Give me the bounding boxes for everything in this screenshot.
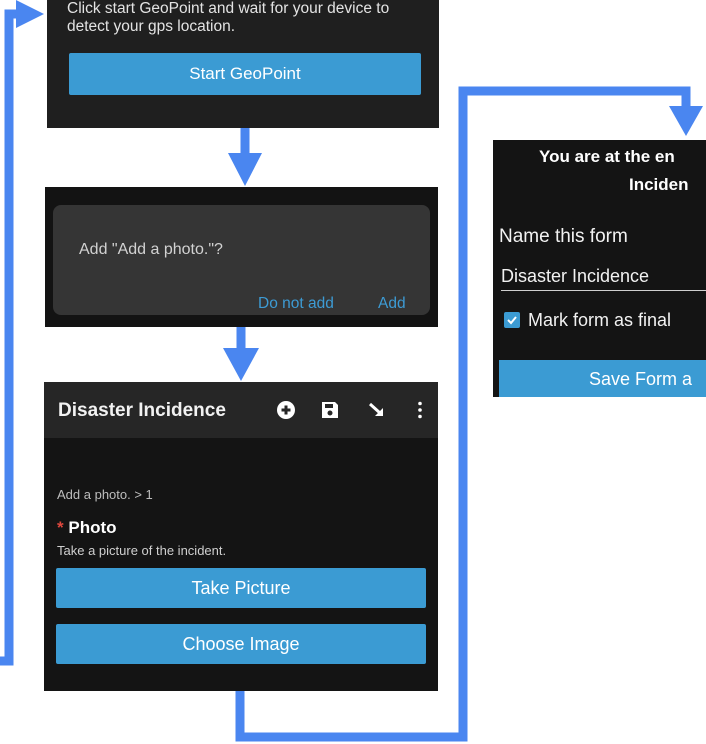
add-group-dialog-panel: Add "Add a photo."? Do not add Add <box>45 187 438 327</box>
name-form-label: Name this form <box>499 226 628 247</box>
add-circle-icon[interactable] <box>276 400 296 420</box>
more-vert-icon[interactable] <box>410 400 430 420</box>
form-title: Disaster Incidence <box>58 400 226 421</box>
add-group-dialog: Add "Add a photo."? Do not add Add <box>53 205 430 315</box>
question-hint: Take a picture of the incident. <box>57 543 227 558</box>
save-icon[interactable] <box>320 400 340 420</box>
start-geopoint-button[interactable]: Start GeoPoint <box>69 53 421 95</box>
do-not-add-button[interactable]: Do not add <box>258 295 334 313</box>
arrowhead-down-form <box>223 348 259 381</box>
end-of-form-message-form-name: Inciden <box>629 175 689 194</box>
add-button[interactable]: Add <box>378 295 406 313</box>
arrowhead-right-geopoint <box>16 0 44 28</box>
geopoint-instruction: Click start GeoPoint and wait for your d… <box>67 0 390 35</box>
finalize-label: Mark form as final <box>528 310 672 330</box>
breadcrumb: Add a photo. > 1 <box>57 487 153 502</box>
arrowhead-down-save <box>669 106 703 136</box>
question-label-row: * Photo <box>57 518 117 538</box>
form-name-input[interactable] <box>501 262 706 291</box>
dialog-message: Add "Add a photo."? <box>79 241 223 258</box>
save-form-button[interactable]: Save Form a <box>499 360 706 397</box>
save-form-panel: You are at the en Inciden Name this form… <box>493 140 706 397</box>
end-of-form-message: You are at the en <box>539 147 675 166</box>
required-marker: * <box>57 518 64 537</box>
geopoint-panel: Click start GeoPoint and wait for your d… <box>47 0 439 128</box>
jump-icon[interactable] <box>367 400 387 420</box>
form-toolbar: Disaster Incidence <box>44 382 438 438</box>
connector-line-loop <box>0 9 16 666</box>
finalize-checkbox[interactable] <box>504 312 520 328</box>
form-entry-panel: Disaster Incidence Add a photo. > 1 * Ph… <box>44 382 438 691</box>
arrowhead-down-dialog <box>228 153 262 186</box>
take-picture-button[interactable]: Take Picture <box>56 568 426 608</box>
question-label: Photo <box>68 518 117 537</box>
choose-image-button[interactable]: Choose Image <box>56 624 426 664</box>
